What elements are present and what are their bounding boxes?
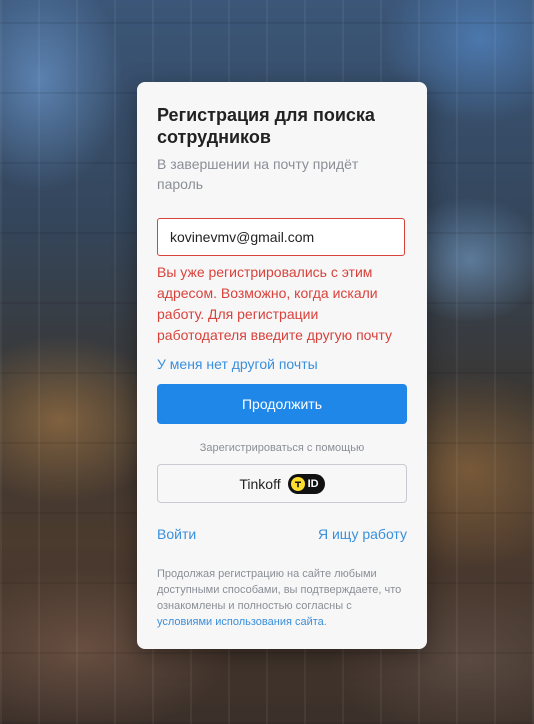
terms-text: Продолжая регистрацию на сайте любыми до… (157, 566, 409, 630)
page-subtitle: В завершении на почту придёт пароль (157, 156, 359, 192)
registration-card: Регистрация для поиска сотрудников В зав… (137, 82, 427, 649)
email-field[interactable] (157, 218, 405, 256)
job-seeker-link[interactable]: Я ищу работу (318, 526, 407, 542)
tinkoff-id-badge: ID (287, 473, 325, 494)
no-other-email-link[interactable]: У меня нет другой почты (157, 356, 318, 372)
terms-link[interactable]: условиями использования сайта (157, 616, 324, 628)
tinkoff-label: Tinkoff (239, 475, 281, 492)
tinkoff-id-button[interactable]: Tinkoff ID (157, 464, 407, 503)
terms-suffix: . (323, 616, 327, 628)
email-error-message: Вы уже регистрировались с этим адресом. … (157, 264, 392, 343)
tinkoff-id-icon (290, 476, 305, 491)
tinkoff-id-text: ID (307, 477, 319, 490)
register-with-label: Зарегистрироваться с помощью (199, 442, 365, 454)
terms-prefix: Продолжая регистрацию на сайте любыми до… (157, 568, 402, 612)
continue-button[interactable]: Продолжить (157, 384, 407, 424)
login-link[interactable]: Войти (157, 526, 196, 542)
page-title: Регистрация для поиска сотрудников (157, 105, 375, 147)
